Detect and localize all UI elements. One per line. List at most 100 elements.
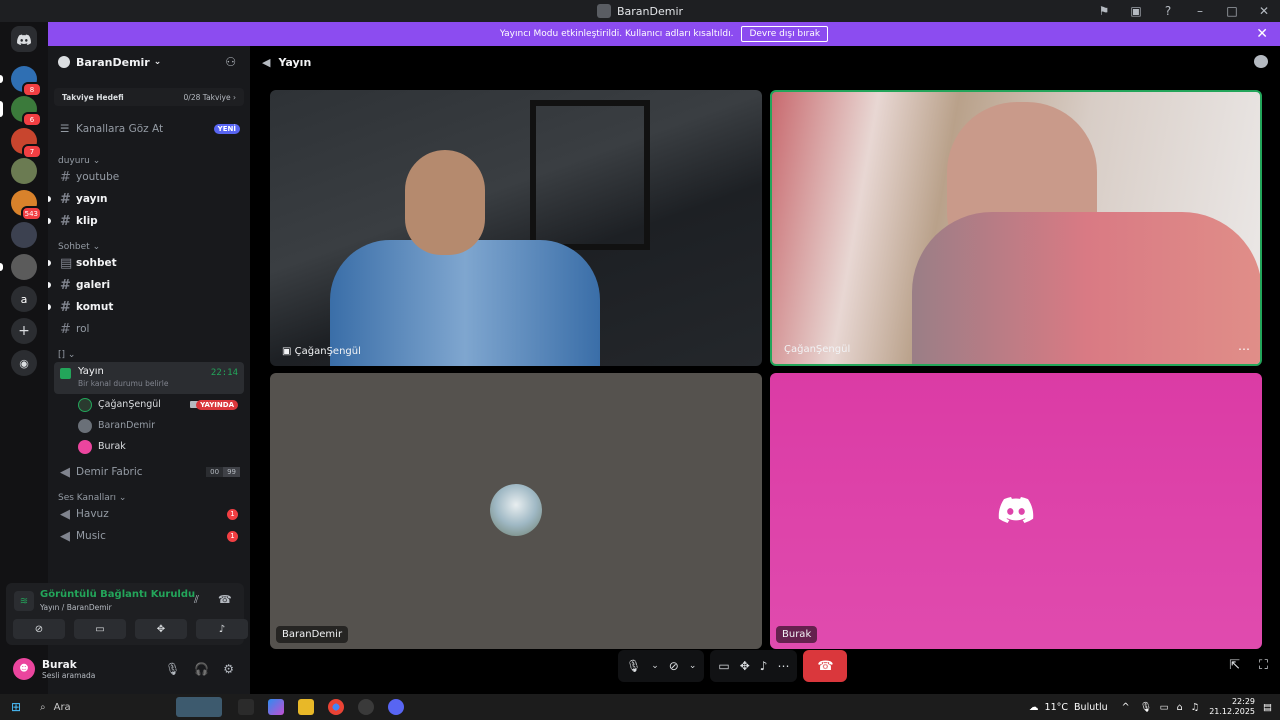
more-options-icon[interactable]: ⋯ (1238, 342, 1250, 356)
disconnect-icon[interactable]: ☎ (218, 593, 232, 606)
weather-temp[interactable]: 11°C (1045, 702, 1068, 713)
screen-share-icon[interactable]: ▭ (718, 659, 729, 673)
inbox-icon[interactable]: ⚑ (1088, 4, 1120, 18)
activities-icon[interactable]: ✥ (740, 659, 750, 673)
server-icon-8[interactable]: a (11, 286, 37, 312)
maximize-button[interactable]: □ (1216, 4, 1248, 18)
tray-chevron-icon[interactable]: ^ (1122, 702, 1130, 713)
taskbar-search[interactable]: ⌕ Ara (32, 694, 228, 720)
connection-status[interactable]: Görüntülü Bağlantı Kuruldu (40, 589, 195, 600)
category-sohbet[interactable]: Sohbet ⌄ (48, 232, 250, 252)
discord-home-icon[interactable] (11, 26, 37, 52)
file-explorer-icon[interactable] (298, 699, 314, 715)
disable-streamer-mode-button[interactable]: Devre dışı bırak (741, 26, 829, 42)
popout-icon[interactable]: ⇱ (1229, 658, 1240, 673)
channel-sohbet[interactable]: ▤ sohbet (48, 252, 250, 274)
invite-people-icon[interactable]: ⚇ (225, 55, 236, 69)
channel-komut[interactable]: # komut (48, 296, 250, 318)
category-duyuru[interactable]: duyuru ⌄ (48, 146, 250, 166)
boost-goal[interactable]: Takviye Hedefi 0/28 Takviye › (54, 88, 244, 106)
system-clock[interactable]: 22:29 21.12.2025 (1209, 697, 1255, 717)
weather-desc[interactable]: Bulutlu (1074, 702, 1108, 713)
help-icon[interactable]: ? (1152, 4, 1184, 18)
signal-icon[interactable]: ≋ (14, 591, 34, 611)
connection-channel[interactable]: Yayın / BaranDemir (40, 603, 112, 612)
task-view-icon[interactable] (238, 699, 254, 715)
voice-channel-music[interactable]: ◀ Music 1 (48, 525, 250, 547)
voice-member[interactable]: Burak (48, 436, 250, 457)
server-icon-6[interactable] (11, 222, 37, 248)
screen-share-button[interactable]: ▭ (74, 619, 126, 639)
channel-yayin[interactable]: # yayın (48, 188, 250, 210)
explore-icon[interactable]: ◉ (11, 350, 37, 376)
headphones-icon[interactable]: 🎧 (194, 662, 209, 676)
voice-stage: ◀ Yayın ▣ ÇağanŞengül ÇağanŞengül ⋯ Bara… (250, 46, 1280, 694)
voice-channel-havuz[interactable]: ◀ Havuz 1 (48, 503, 250, 525)
fullscreen-icon[interactable]: ⛶ (1259, 658, 1268, 673)
camera-off-icon[interactable]: ⊘ (669, 659, 679, 673)
discord-taskbar-icon[interactable] (388, 699, 404, 715)
video-tile-camera[interactable]: ÇağanŞengül ⋯ (770, 90, 1262, 366)
server-icon-7[interactable] (0, 254, 37, 280)
copilot-icon[interactable] (268, 699, 284, 715)
obs-icon[interactable] (358, 699, 374, 715)
activities-button[interactable]: ✥ (135, 619, 187, 639)
window-titlebar: BaranDemir ⚑ ▣ ? – □ ✕ (0, 0, 1280, 22)
monitor-icon[interactable]: ▣ (1120, 4, 1152, 18)
volume-icon[interactable]: ♫ (1191, 702, 1200, 713)
hash-icon: # (60, 191, 71, 207)
close-banner-icon[interactable]: ✕ (1256, 26, 1268, 42)
user-panel: ☻ Burak Sesli aramada 🎙 🎧 ⚙ (6, 650, 244, 688)
avatar (78, 397, 92, 412)
video-tile-avatar[interactable]: BaranDemir (270, 373, 762, 649)
soundboard-button[interactable]: ♪ (196, 619, 248, 639)
network-icon[interactable]: ⌂ (1177, 702, 1183, 713)
category-ses[interactable]: Ses Kanalları ⌄ (48, 483, 250, 503)
speaker-icon (60, 368, 71, 379)
voice-channel-demir-fabric[interactable]: ◀ Demir Fabric 00 99 (48, 461, 250, 483)
channel-klip[interactable]: # klip (48, 210, 250, 232)
channel-youtube[interactable]: # youtube (48, 166, 250, 188)
server-icon-2[interactable]: 6 (0, 96, 42, 127)
video-tile-avatar[interactable]: Burak (770, 373, 1262, 649)
microphone-icon[interactable]: 🎙 (165, 662, 180, 676)
server-icon (58, 56, 70, 68)
active-voice-channel[interactable]: Yayın Bir kanal durumu belirle 22:14 (54, 362, 244, 394)
channel-rol[interactable]: # rol (48, 318, 250, 340)
category-voice[interactable]: [] ⌄ (48, 340, 250, 360)
settings-gear-icon[interactable]: ⚙ (223, 662, 234, 676)
chevron-down-icon[interactable]: ⌄ (689, 661, 697, 671)
minimize-button[interactable]: – (1184, 4, 1216, 18)
chrome-icon[interactable] (328, 699, 344, 715)
notification-icon[interactable]: ▤ (1263, 702, 1272, 713)
chevron-down-icon[interactable]: ⌄ (651, 661, 659, 671)
disconnect-call-button[interactable]: ☎ (803, 650, 848, 682)
close-window-button[interactable]: ✕ (1248, 4, 1280, 18)
avatar (78, 439, 92, 454)
chat-icon[interactable] (1254, 55, 1268, 68)
noise-suppression-icon[interactable]: ⫽ (194, 593, 199, 607)
server-icon-1[interactable]: 8 (0, 66, 42, 97)
camera-off-button[interactable]: ⊘ (13, 619, 65, 639)
browse-channels[interactable]: ☰ Kanallara Göz At YENİ (48, 118, 250, 140)
more-icon[interactable]: ⋯ (777, 659, 789, 673)
person-torso (330, 240, 600, 366)
add-server-icon[interactable]: + (11, 318, 37, 344)
server-icon-4[interactable] (11, 158, 37, 184)
microphone-icon[interactable]: 🎙 (626, 659, 641, 673)
windows-start-icon[interactable]: ⊞ (0, 700, 32, 714)
server-header[interactable]: BaranDemir ⌄ ⚇ (48, 46, 250, 78)
channel-galeri[interactable]: # galeri (48, 274, 250, 296)
battery-icon[interactable]: ▭ (1160, 702, 1169, 713)
microphone-tray-icon[interactable]: 🎙 (1140, 702, 1152, 713)
person-arm (912, 212, 1260, 364)
soundboard-icon[interactable]: ♪ (760, 659, 768, 673)
voice-member[interactable]: ÇağanŞengül YAYINDA (48, 394, 250, 415)
new-badge: YENİ (213, 124, 240, 134)
server-icon-3[interactable]: 7 (11, 128, 42, 159)
video-tile-stream[interactable]: ▣ ÇağanŞengül (270, 90, 762, 366)
server-icon-5[interactable]: 543 (11, 190, 42, 221)
user-avatar[interactable]: ☻ (13, 658, 35, 680)
voice-member[interactable]: BaranDemir (48, 415, 250, 436)
voice-channel-status[interactable]: Bir kanal durumu belirle (78, 379, 238, 388)
